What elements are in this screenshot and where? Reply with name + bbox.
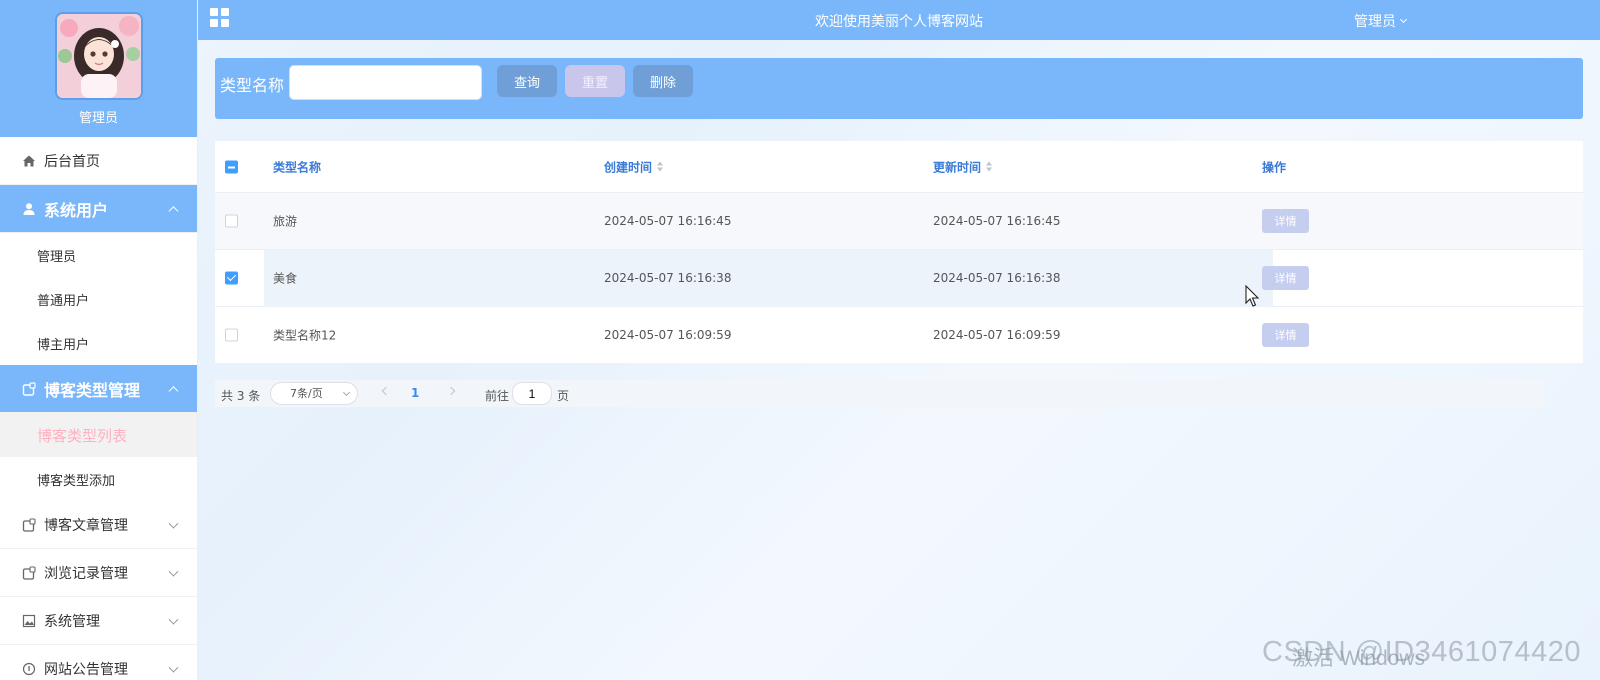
next-page-icon[interactable] [446,386,456,396]
chevron-up-icon [168,205,179,216]
csdn-watermark: CSDN @ID3461074420 [1262,636,1581,668]
cell-created-time: 2024-05-07 16:16:45 [604,214,732,228]
tag-icon [22,381,36,396]
table-row[interactable]: 旅游 2024-05-07 16:16:45 2024-05-07 16:16:… [215,193,1583,250]
menu-group-system-mgmt[interactable]: 系统管理 [0,597,197,645]
menu-group-blog-type[interactable]: 博客类型管理 [0,365,197,413]
cell-created-time: 2024-05-07 16:16:38 [604,271,732,285]
menu-item-home-label: 后台首页 [44,153,100,170]
row-checkbox[interactable] [225,271,238,285]
table-row[interactable]: 类型名称12 2024-05-07 16:09:59 2024-05-07 16… [215,307,1583,363]
user-menu[interactable]: 管理员 [1354,11,1408,31]
chevron-down-icon [168,662,179,673]
query-button[interactable]: 查询 [497,65,557,97]
search-label: 类型名称 [220,76,285,95]
sub-item-blog-type-add[interactable]: 博客类型添加 [0,457,197,501]
detail-button[interactable]: 详情 [1262,266,1309,290]
cell-type-name: 类型名称12 [273,328,337,343]
row-checkbox[interactable] [225,328,238,342]
menu-group-system-mgmt-label: 系统管理 [44,613,100,630]
sub-item-blogger[interactable]: 博主用户 [0,321,197,365]
table-header: 类型名称 创建时间 更新时间 操作 [215,141,1583,193]
type-name-input[interactable] [289,65,482,100]
page-size-select[interactable]: 7条/页 [270,382,358,405]
menu-group-browse-record-label: 浏览记录管理 [44,565,128,582]
chevron-up-icon [168,385,179,396]
info-icon [22,662,36,675]
delete-button[interactable]: 删除 [633,65,693,97]
menu-group-blog-article[interactable]: 博客文章管理 [0,501,197,549]
home-icon [23,155,35,166]
search-bar: 类型名称 查询 重置 删除 [215,58,1583,119]
menu-group-site-notice-label: 网站公告管理 [44,661,128,678]
column-header-created[interactable]: 创建时间 [604,158,664,175]
mouse-cursor-icon [1245,285,1260,307]
column-header-name: 类型名称 [273,160,322,174]
detail-button[interactable]: 详情 [1262,209,1309,233]
select-all-cell [225,160,238,173]
cell-updated-time: 2024-05-07 16:16:45 [933,214,1061,228]
chevron-down-icon [1399,15,1408,24]
goto-page-input[interactable] [512,382,552,405]
chevron-down-icon [342,388,351,397]
profile-panel: 管理员 [0,0,197,137]
image-icon [22,614,36,627]
cell-created-time: 2024-05-07 16:09:59 [604,328,732,342]
goto-label: 前往 [485,389,510,403]
sort-icon[interactable] [986,161,993,172]
tag-icon [22,517,36,532]
sub-item-admin[interactable]: 管理员 [0,233,197,277]
chevron-down-icon [168,566,179,577]
sub-item-normal-user[interactable]: 普通用户 [0,277,197,321]
prev-page-icon[interactable] [381,386,391,396]
column-header-actions: 操作 [1262,160,1287,174]
row-checkbox[interactable] [225,214,238,228]
select-all-checkbox[interactable] [225,160,238,173]
cell-type-name: 旅游 [273,214,298,229]
page-suffix: 页 [557,389,570,403]
chevron-down-icon [168,614,179,625]
reset-button[interactable]: 重置 [565,65,625,97]
menu-group-browse-record[interactable]: 浏览记录管理 [0,549,197,597]
user-icon [23,202,35,215]
sub-item-blog-type-list[interactable]: 博客类型列表 [0,413,197,457]
menu-group-site-notice[interactable]: 网站公告管理 [0,645,197,680]
sidebar: 管理员 后台首页 系统用户 管理员 普通用户 博主用户 博客类型管理 博客类型列… [0,0,198,680]
profile-name: 管理员 [78,111,118,126]
user-menu-label: 管理员 [1354,14,1396,30]
table-row[interactable]: 美食 2024-05-07 16:16:38 2024-05-07 16:16:… [215,250,1583,307]
top-bar: 欢迎使用美丽个人博客网站 管理员 [198,0,1600,40]
detail-button[interactable]: 详情 [1262,323,1309,347]
data-table: 类型名称 创建时间 更新时间 操作 旅游 2024-05-07 16:16:45… [215,141,1583,363]
chevron-down-icon [168,518,179,529]
menu-group-system-users-label: 系统用户 [44,200,109,220]
menu-item-home[interactable]: 后台首页 [0,137,197,185]
cell-updated-time: 2024-05-07 16:09:59 [933,328,1061,342]
tag-icon [22,565,36,580]
menu-group-system-users[interactable]: 系统用户 [0,185,197,233]
menu-group-blog-type-label: 博客类型管理 [44,380,141,400]
column-header-updated[interactable]: 更新时间 [933,158,993,175]
sort-icon[interactable] [657,161,664,172]
cell-updated-time: 2024-05-07 16:16:38 [933,271,1061,285]
pagination: 共 3 条 7条/页 1 前往 页 [215,380,1545,407]
page-number[interactable]: 1 [411,386,419,400]
avatar[interactable] [54,12,143,100]
cell-type-name: 美食 [273,271,298,286]
pagination-total: 共 3 条 [221,389,261,403]
menu-group-blog-article-label: 博客文章管理 [44,517,128,534]
